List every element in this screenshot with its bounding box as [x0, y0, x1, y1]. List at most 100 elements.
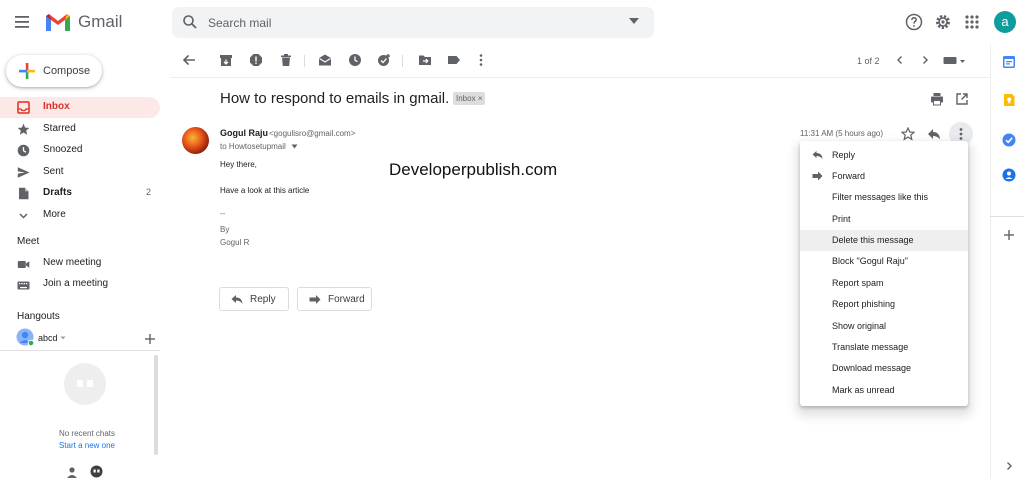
pagination-text: 1 of 2: [857, 56, 880, 66]
sidebar-item-label: Drafts: [43, 187, 72, 198]
print-icon[interactable]: [930, 92, 944, 106]
search-input[interactable]: [208, 14, 608, 32]
tasks-icon[interactable]: [1002, 133, 1016, 147]
sender-avatar[interactable]: [182, 127, 209, 154]
recipient-text: to Howtosetupmail: [220, 142, 286, 151]
caret-down-icon[interactable]: [60, 335, 66, 341]
menu-item-label: Report spam: [832, 278, 884, 288]
sidebar-item-inbox[interactable]: Inbox: [0, 97, 160, 118]
menu-item-label: Mark as unread: [832, 385, 895, 395]
keep-icon[interactable]: [1002, 93, 1016, 107]
calendar-icon[interactable]: [1002, 55, 1016, 69]
recipient-line: to Howtosetupmail: [220, 142, 298, 151]
menu-item-delete[interactable]: Delete this message: [800, 230, 968, 251]
reply-button[interactable]: Reply: [219, 287, 289, 311]
gear-icon[interactable]: [934, 13, 952, 31]
sidebar-item-drafts[interactable]: Drafts 2: [0, 183, 160, 204]
chat-bubble-icon: [63, 362, 107, 410]
sidebar-item-snoozed[interactable]: Snoozed: [0, 140, 160, 161]
menu-item-label: Reply: [832, 150, 856, 160]
hangouts-user-avatar[interactable]: [16, 328, 34, 346]
no-recent-chats-text: No recent chats: [58, 429, 116, 438]
join-meeting-item[interactable]: Join a meeting: [0, 275, 160, 296]
more-vert-icon[interactable]: [474, 53, 488, 67]
sidebar-item-sent[interactable]: Sent: [0, 162, 160, 183]
video-camera-icon: [17, 258, 30, 271]
sidebar-item-label: More: [43, 209, 66, 220]
report-spam-icon[interactable]: [249, 53, 263, 67]
reply-arrow-icon: [231, 294, 243, 305]
side-panel-divider: [990, 44, 991, 478]
show-side-panel-chevron-icon[interactable]: [1002, 459, 1016, 473]
drafts-count: 2: [145, 187, 151, 197]
apps-grid-icon[interactable]: [964, 14, 980, 30]
menu-item-label: Print: [832, 214, 851, 224]
hangouts-scrollbar[interactable]: [154, 355, 158, 455]
delete-trash-icon[interactable]: [279, 53, 293, 67]
input-tools-keyboard-icon[interactable]: [943, 55, 967, 67]
menu-item-filter[interactable]: Filter messages like this: [800, 187, 968, 208]
hangouts-user-name: abcd: [38, 333, 58, 343]
email-subject: How to respond to emails in gmail.: [220, 90, 450, 107]
open-new-window-icon[interactable]: [955, 92, 969, 106]
mark-unread-icon[interactable]: [318, 53, 332, 67]
sidebar-item-label: Snoozed: [43, 144, 83, 155]
keyboard-icon: [17, 279, 30, 292]
get-addons-plus-icon[interactable]: [1002, 228, 1016, 242]
sidebar-item-more[interactable]: More: [0, 205, 160, 226]
new-meeting-item[interactable]: New meeting: [0, 254, 160, 275]
newer-chevron-left-icon[interactable]: [893, 53, 907, 67]
main-menu-icon[interactable]: [12, 12, 34, 32]
reply-icon[interactable]: [927, 127, 941, 141]
star-icon: [17, 123, 30, 136]
compose-button[interactable]: Compose: [6, 55, 102, 87]
forward-button-label: Forward: [328, 294, 365, 305]
snooze-clock-icon[interactable]: [348, 53, 362, 67]
older-chevron-right-icon[interactable]: [918, 53, 932, 67]
forward-button[interactable]: Forward: [297, 287, 372, 311]
menu-item-block[interactable]: Block "Gogul Raju": [800, 251, 968, 272]
star-outline-icon[interactable]: [901, 127, 915, 141]
sidebar-item-starred[interactable]: Starred: [0, 119, 160, 140]
menu-item-reply[interactable]: Reply: [800, 145, 968, 166]
menu-item-label: Delete this message: [832, 235, 914, 245]
menu-item-forward[interactable]: Forward: [800, 166, 968, 187]
chip-close-icon[interactable]: ×: [478, 94, 483, 103]
menu-item-report-phishing[interactable]: Report phishing: [800, 294, 968, 315]
chevron-down-icon: [17, 209, 30, 222]
menu-item-report-spam[interactable]: Report spam: [800, 273, 968, 294]
contacts-icon[interactable]: [1002, 168, 1016, 182]
menu-item-mark-unread[interactable]: Mark as unread: [800, 380, 968, 401]
draft-icon: [17, 187, 30, 200]
signature-name: Gogul R: [220, 238, 250, 247]
search-icon[interactable]: [182, 14, 198, 30]
sender-name[interactable]: Gogul Raju: [220, 128, 268, 138]
label-tag-icon[interactable]: [447, 53, 461, 67]
menu-item-show-original[interactable]: Show original: [800, 316, 968, 337]
help-icon[interactable]: [905, 13, 923, 31]
hangouts-chat-icon[interactable]: [90, 465, 103, 478]
menu-item-print[interactable]: Print: [800, 209, 968, 230]
add-to-tasks-icon[interactable]: [377, 53, 391, 67]
menu-item-translate[interactable]: Translate message: [800, 337, 968, 358]
back-arrow-icon[interactable]: [182, 53, 196, 67]
contacts-person-icon[interactable]: [66, 466, 78, 478]
gmail-logo-text: Gmail: [78, 12, 123, 31]
email-body-greeting: Hey there,: [220, 160, 257, 169]
move-to-icon[interactable]: [418, 53, 432, 67]
toolbar-divider: [402, 55, 403, 67]
hangouts-section-title: Hangouts: [17, 311, 60, 322]
menu-item-download[interactable]: Download message: [800, 358, 968, 379]
add-chat-icon[interactable]: [144, 333, 156, 345]
start-new-chat-link[interactable]: Start a new one: [34, 441, 140, 450]
inbox-label-chip[interactable]: Inbox ×: [453, 92, 486, 105]
inbox-chip-label: Inbox: [456, 94, 476, 103]
sidebar-footer: [0, 463, 160, 478]
recipient-details-caret-icon[interactable]: [291, 144, 298, 149]
search-options-icon[interactable]: [628, 16, 640, 26]
account-avatar[interactable]: a: [994, 11, 1016, 33]
reply-icon: [812, 150, 823, 160]
archive-icon[interactable]: [219, 53, 233, 67]
toolbar-divider: [304, 55, 305, 67]
signature-by: By: [220, 225, 230, 234]
